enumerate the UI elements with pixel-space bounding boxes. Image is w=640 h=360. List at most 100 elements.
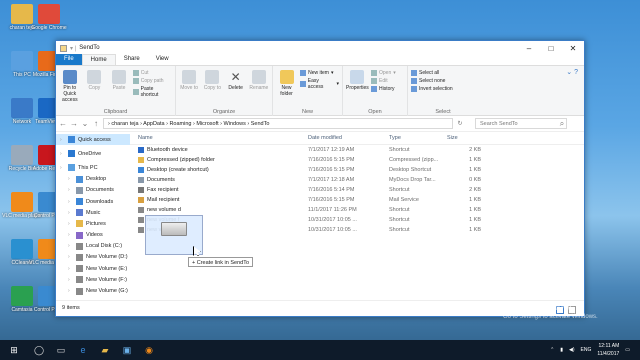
paste-shortcut-button[interactable]: Paste shortcut xyxy=(132,86,172,98)
select-none-button[interactable]: Select none xyxy=(411,78,453,84)
desktop-icon[interactable]: Google Chrome xyxy=(29,4,69,31)
address-path[interactable]: › charan teja › AppData › Roaming › Micr… xyxy=(103,118,453,129)
file-row[interactable]: new volume d 11/1/2017 11:26 PM Shortcut 1 … xyxy=(130,205,584,215)
clock[interactable]: 12:11 AM 11/4/2017 xyxy=(597,342,619,358)
nav-item[interactable]: › OneDrive xyxy=(56,148,130,159)
system-tray: ⌃ ▮ ◀) ENG 12:11 AM 11/4/2017 ▭ xyxy=(550,342,630,358)
copy-path-button[interactable]: Copy path xyxy=(132,78,172,84)
tray-up-icon[interactable]: ⌃ xyxy=(550,346,554,354)
language-indicator[interactable]: ENG xyxy=(581,346,592,354)
nav-item[interactable]: › Pictures xyxy=(56,218,130,229)
file-row[interactable]: Compressed (zipped) folder 7/16/2016 5:15… xyxy=(130,155,584,165)
close-button[interactable]: ✕ xyxy=(562,44,584,53)
file-explorer-icon[interactable]: ▰ xyxy=(94,340,116,360)
paste-button[interactable]: Paste xyxy=(108,68,130,114)
copy-button[interactable]: Copy xyxy=(84,68,106,114)
search-icon[interactable]: ◯ xyxy=(28,340,50,360)
up-icon[interactable]: ↑ xyxy=(92,119,100,128)
column-size[interactable]: Size xyxy=(445,135,485,141)
nav-item[interactable]: › Quick access xyxy=(56,134,130,146)
chevron-right-icon[interactable]: › xyxy=(68,288,73,294)
start-icon[interactable]: ⊞ xyxy=(0,340,28,360)
file-row[interactable]: Fax recipient 7/16/2016 5:14 PM Shortcut 2 … xyxy=(130,185,584,195)
file-type: Compressed (zipp... xyxy=(389,157,439,163)
nav-item[interactable]: › New Volume (G:) xyxy=(56,285,130,296)
column-date[interactable]: Date modified xyxy=(308,135,389,141)
file-size: 2 KB xyxy=(469,147,481,153)
chevron-right-icon[interactable]: › xyxy=(68,254,73,260)
move-to-button[interactable]: Move to xyxy=(179,68,199,114)
chevron-right-icon[interactable]: › xyxy=(68,199,73,205)
group-label-select: Select xyxy=(435,109,451,115)
chevron-right-icon[interactable]: › xyxy=(68,266,73,272)
nav-item[interactable]: › New Volume (D:) xyxy=(56,252,130,263)
file-row[interactable]: Mail recipient 7/16/2016 5:15 PM Mail Serv… xyxy=(130,195,584,205)
history-button[interactable]: History xyxy=(371,86,396,92)
new-folder-button[interactable]: New folder xyxy=(276,68,297,114)
file-date: 10/31/2017 10:05 ... xyxy=(308,217,357,223)
nav-item[interactable]: › Music xyxy=(56,207,130,218)
quick-access-toolbar[interactable]: ▾ | xyxy=(70,45,76,52)
nav-item[interactable]: › Documents xyxy=(56,185,130,196)
task-view-icon[interactable]: ▭ xyxy=(50,340,72,360)
column-name[interactable]: Name xyxy=(130,135,308,141)
nav-item[interactable]: › Downloads xyxy=(56,196,130,207)
open-button[interactable]: Open ▾ xyxy=(371,70,396,76)
nav-item[interactable]: › This PC xyxy=(56,162,130,173)
minimize-button[interactable]: – xyxy=(518,44,540,53)
recent-icon[interactable]: ⌄ xyxy=(81,119,89,128)
chevron-right-icon[interactable]: › xyxy=(68,187,73,193)
select-all-button[interactable]: Select all xyxy=(411,70,453,76)
chevron-right-icon[interactable]: › xyxy=(68,176,73,182)
chevron-right-icon[interactable]: › xyxy=(60,151,65,157)
nav-item[interactable]: › New Volume (F:) xyxy=(56,274,130,285)
network-icon[interactable]: ▮ xyxy=(560,346,563,354)
tab-view[interactable]: View xyxy=(148,54,177,65)
chevron-right-icon[interactable]: › xyxy=(68,210,73,216)
maximize-button[interactable]: □ xyxy=(540,44,562,53)
properties-button[interactable]: Properties xyxy=(346,68,369,114)
tab-home[interactable]: Home xyxy=(81,54,116,65)
app-icon xyxy=(38,4,60,24)
help-icon[interactable]: ⌄ ? xyxy=(560,66,584,115)
chevron-right-icon[interactable]: › xyxy=(68,277,73,283)
file-row[interactable]: Documents 7/1/2017 12:18 AM MyDocs Drop Ta… xyxy=(130,175,584,185)
edge-icon[interactable]: e xyxy=(72,340,94,360)
back-icon[interactable]: ← xyxy=(59,119,67,128)
chevron-right-icon[interactable]: › xyxy=(68,221,73,227)
nav-item[interactable]: › Desktop xyxy=(56,174,130,185)
file-row[interactable]: Bluetooth device 7/1/2017 12:19 AM Shortcu… xyxy=(130,145,584,155)
column-type[interactable]: Type xyxy=(389,135,445,141)
easy-access-button[interactable]: Easy access ▾ xyxy=(300,78,339,90)
copy-to-button[interactable]: Copy to xyxy=(202,68,222,114)
tab-file[interactable]: File xyxy=(56,54,82,65)
file-row[interactable]: Desktop (create shortcut) 7/16/2016 5:15 … xyxy=(130,165,584,175)
notifications-icon[interactable]: ▭ xyxy=(625,346,630,354)
delete-button[interactable]: ✕ Delete xyxy=(226,68,246,114)
refresh-icon[interactable]: ↻ xyxy=(456,120,464,127)
file-date: 10/31/2017 10:05 ... xyxy=(308,227,357,233)
tab-share[interactable]: Share xyxy=(116,54,148,65)
volume-icon[interactable]: ◀) xyxy=(569,346,575,354)
chevron-right-icon[interactable]: › xyxy=(68,243,73,249)
store-icon[interactable]: ▣ xyxy=(116,340,138,360)
search-input[interactable]: Search SendTo xyxy=(475,118,567,129)
pin-button[interactable]: Pin to Quick access xyxy=(59,68,81,114)
edit-button[interactable]: Edit xyxy=(371,78,396,84)
cut-button[interactable]: Cut xyxy=(132,70,172,76)
navigation-pane: › Quick access › OneDrive › This PC › Desktop › D… xyxy=(56,132,130,300)
chevron-right-icon[interactable]: › xyxy=(60,165,65,171)
camtasia-icon[interactable]: ◉ xyxy=(138,340,160,360)
nav-item[interactable]: › Videos xyxy=(56,230,130,241)
file-name: Fax recipient xyxy=(130,187,308,193)
new-item-button[interactable]: New item ▾ xyxy=(300,70,339,76)
forward-icon[interactable]: → xyxy=(70,119,78,128)
chevron-right-icon[interactable]: › xyxy=(68,232,73,238)
nav-item[interactable]: › New Volume (E:) xyxy=(56,263,130,274)
chevron-right-icon[interactable]: › xyxy=(60,137,65,143)
nav-item[interactable]: › Local Disk (C:) xyxy=(56,241,130,252)
rename-button[interactable]: Rename xyxy=(249,68,269,114)
invert-selection-button[interactable]: Invert selection xyxy=(411,86,453,92)
easy-access-icon xyxy=(300,81,306,87)
edit-icon xyxy=(371,78,377,84)
